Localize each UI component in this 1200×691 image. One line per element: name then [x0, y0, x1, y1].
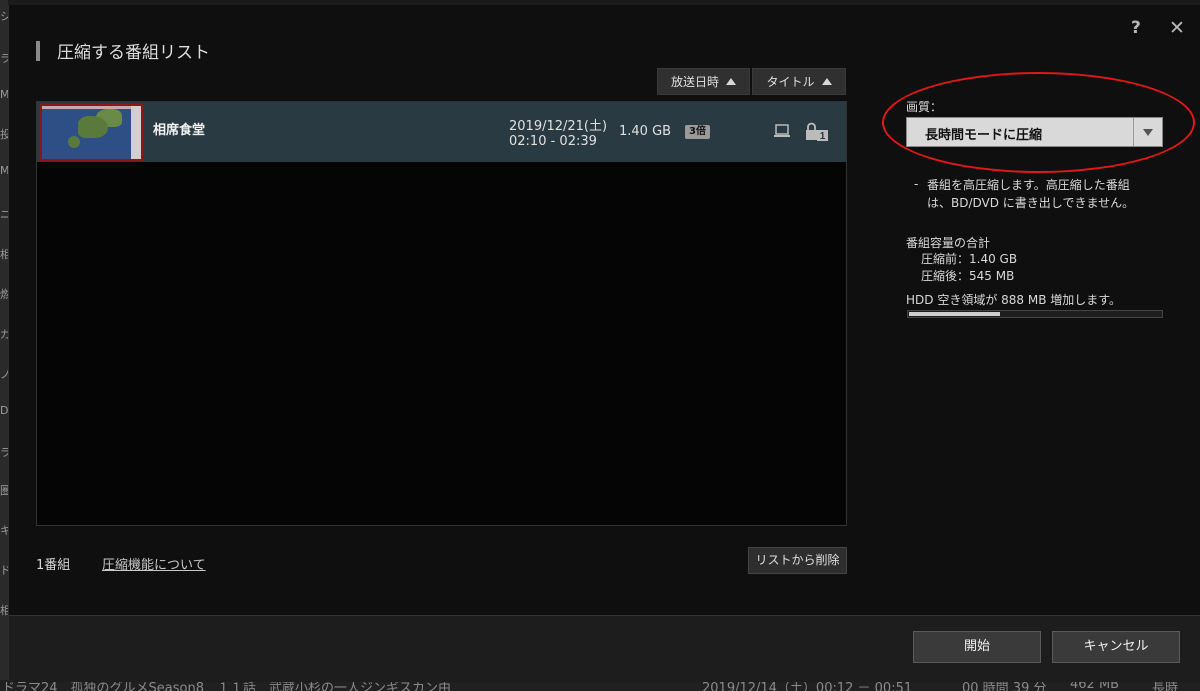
background-sidebar-glyph: 相	[0, 248, 8, 261]
start-button[interactable]: 開始	[913, 631, 1041, 663]
about-compression-link[interactable]: 圧縮機能について	[102, 554, 206, 573]
background-sidebar-glyph: 圏	[0, 484, 8, 497]
program-time: 02:10 - 02:39	[509, 134, 597, 149]
pc-icon	[774, 124, 790, 137]
sort-by-date-button[interactable]: 放送日時	[657, 68, 750, 95]
size-after-compression: 圧縮後：545 MB	[921, 269, 1015, 283]
program-thumbnail	[40, 104, 143, 161]
quality-description-line1: 番組を高圧縮します。高圧縮した番組	[927, 178, 1130, 192]
background-sidebar-glyph: シ	[0, 10, 8, 23]
sort-ascending-icon	[821, 78, 832, 85]
program-size: 1.40 GB	[619, 124, 672, 139]
program-row[interactable]: 相席食堂 2019/12/21(土) 02:10 - 02:39 1.40 GB…	[37, 102, 846, 162]
background-sidebar-glyph: ニ	[0, 208, 8, 221]
background-sidebar-glyph: 投	[0, 128, 8, 141]
sort-by-title-button[interactable]: タイトル	[752, 68, 846, 95]
total-size-heading: 番組容量の合計	[906, 236, 991, 250]
sort-by-date-label: 放送日時	[670, 75, 719, 89]
background-sidebar-glyph: キ	[0, 524, 8, 537]
background-sidebar-glyph: ド	[0, 564, 8, 577]
quality-label: 画質：	[906, 100, 943, 114]
program-title: 相席食堂	[153, 123, 206, 138]
background-sidebar-glyph: ラ	[0, 446, 8, 459]
background-sidebar-glyph: M	[0, 88, 8, 101]
background-sidebar-glyph: 相	[0, 604, 8, 617]
free-space-bar-fill	[909, 312, 1000, 316]
free-space-bar	[907, 310, 1163, 318]
sort-ascending-icon	[726, 78, 736, 85]
program-count: 1番組	[36, 558, 71, 573]
program-list[interactable]: 相席食堂 2019/12/21(土) 02:10 - 02:39 1.40 GB…	[36, 101, 847, 526]
close-icon[interactable]: ✕	[1169, 17, 1185, 39]
quality-select-value: 長時間モードに圧縮	[925, 128, 1043, 143]
background-sidebar-glyph: ノ	[0, 368, 8, 381]
background-sidebar-glyph: M	[0, 164, 8, 177]
remove-from-list-button[interactable]: リストから削除	[748, 547, 847, 574]
chevron-down-icon[interactable]	[1143, 129, 1153, 136]
free-space-increase: HDD 空き領域が 888 MB 増加します。	[906, 293, 1122, 307]
size-before-compression: 圧縮前：1.40 GB	[921, 252, 1018, 266]
program-date: 2019/12/21(土)	[509, 119, 608, 134]
dialog-footer: 開始 キャンセル	[9, 615, 1200, 682]
description-dash: -	[914, 177, 919, 191]
compress-dialog: 圧縮する番組リスト ? ✕ 放送日時 タイトル 相席食堂 2019/12/21(…	[8, 5, 1200, 682]
dialog-title: 圧縮する番組リスト	[57, 43, 210, 63]
lock-count: 1	[820, 131, 826, 142]
cancel-button[interactable]: キャンセル	[1052, 631, 1180, 663]
quality-description-line2: は、BD/DVD に書き出しできません。	[927, 196, 1135, 210]
quality-select[interactable]: 長時間モードに圧縮	[906, 117, 1163, 147]
background-sidebar-glyph: ラ	[0, 52, 8, 65]
background-sidebar-glyph: D	[0, 404, 8, 417]
lock-icon: 1	[806, 122, 828, 142]
mode-badge: 3倍	[685, 125, 710, 139]
title-marker	[36, 41, 40, 61]
sort-by-title-label: タイトル	[766, 75, 815, 89]
background-sidebar-glyph: 燃	[0, 288, 8, 301]
help-icon[interactable]: ?	[1131, 18, 1141, 38]
background-sidebar-glyph: ガ	[0, 328, 8, 341]
background-app-sidebar: シラM投Mニ相燃ガノDラ圏キド相	[0, 0, 8, 691]
